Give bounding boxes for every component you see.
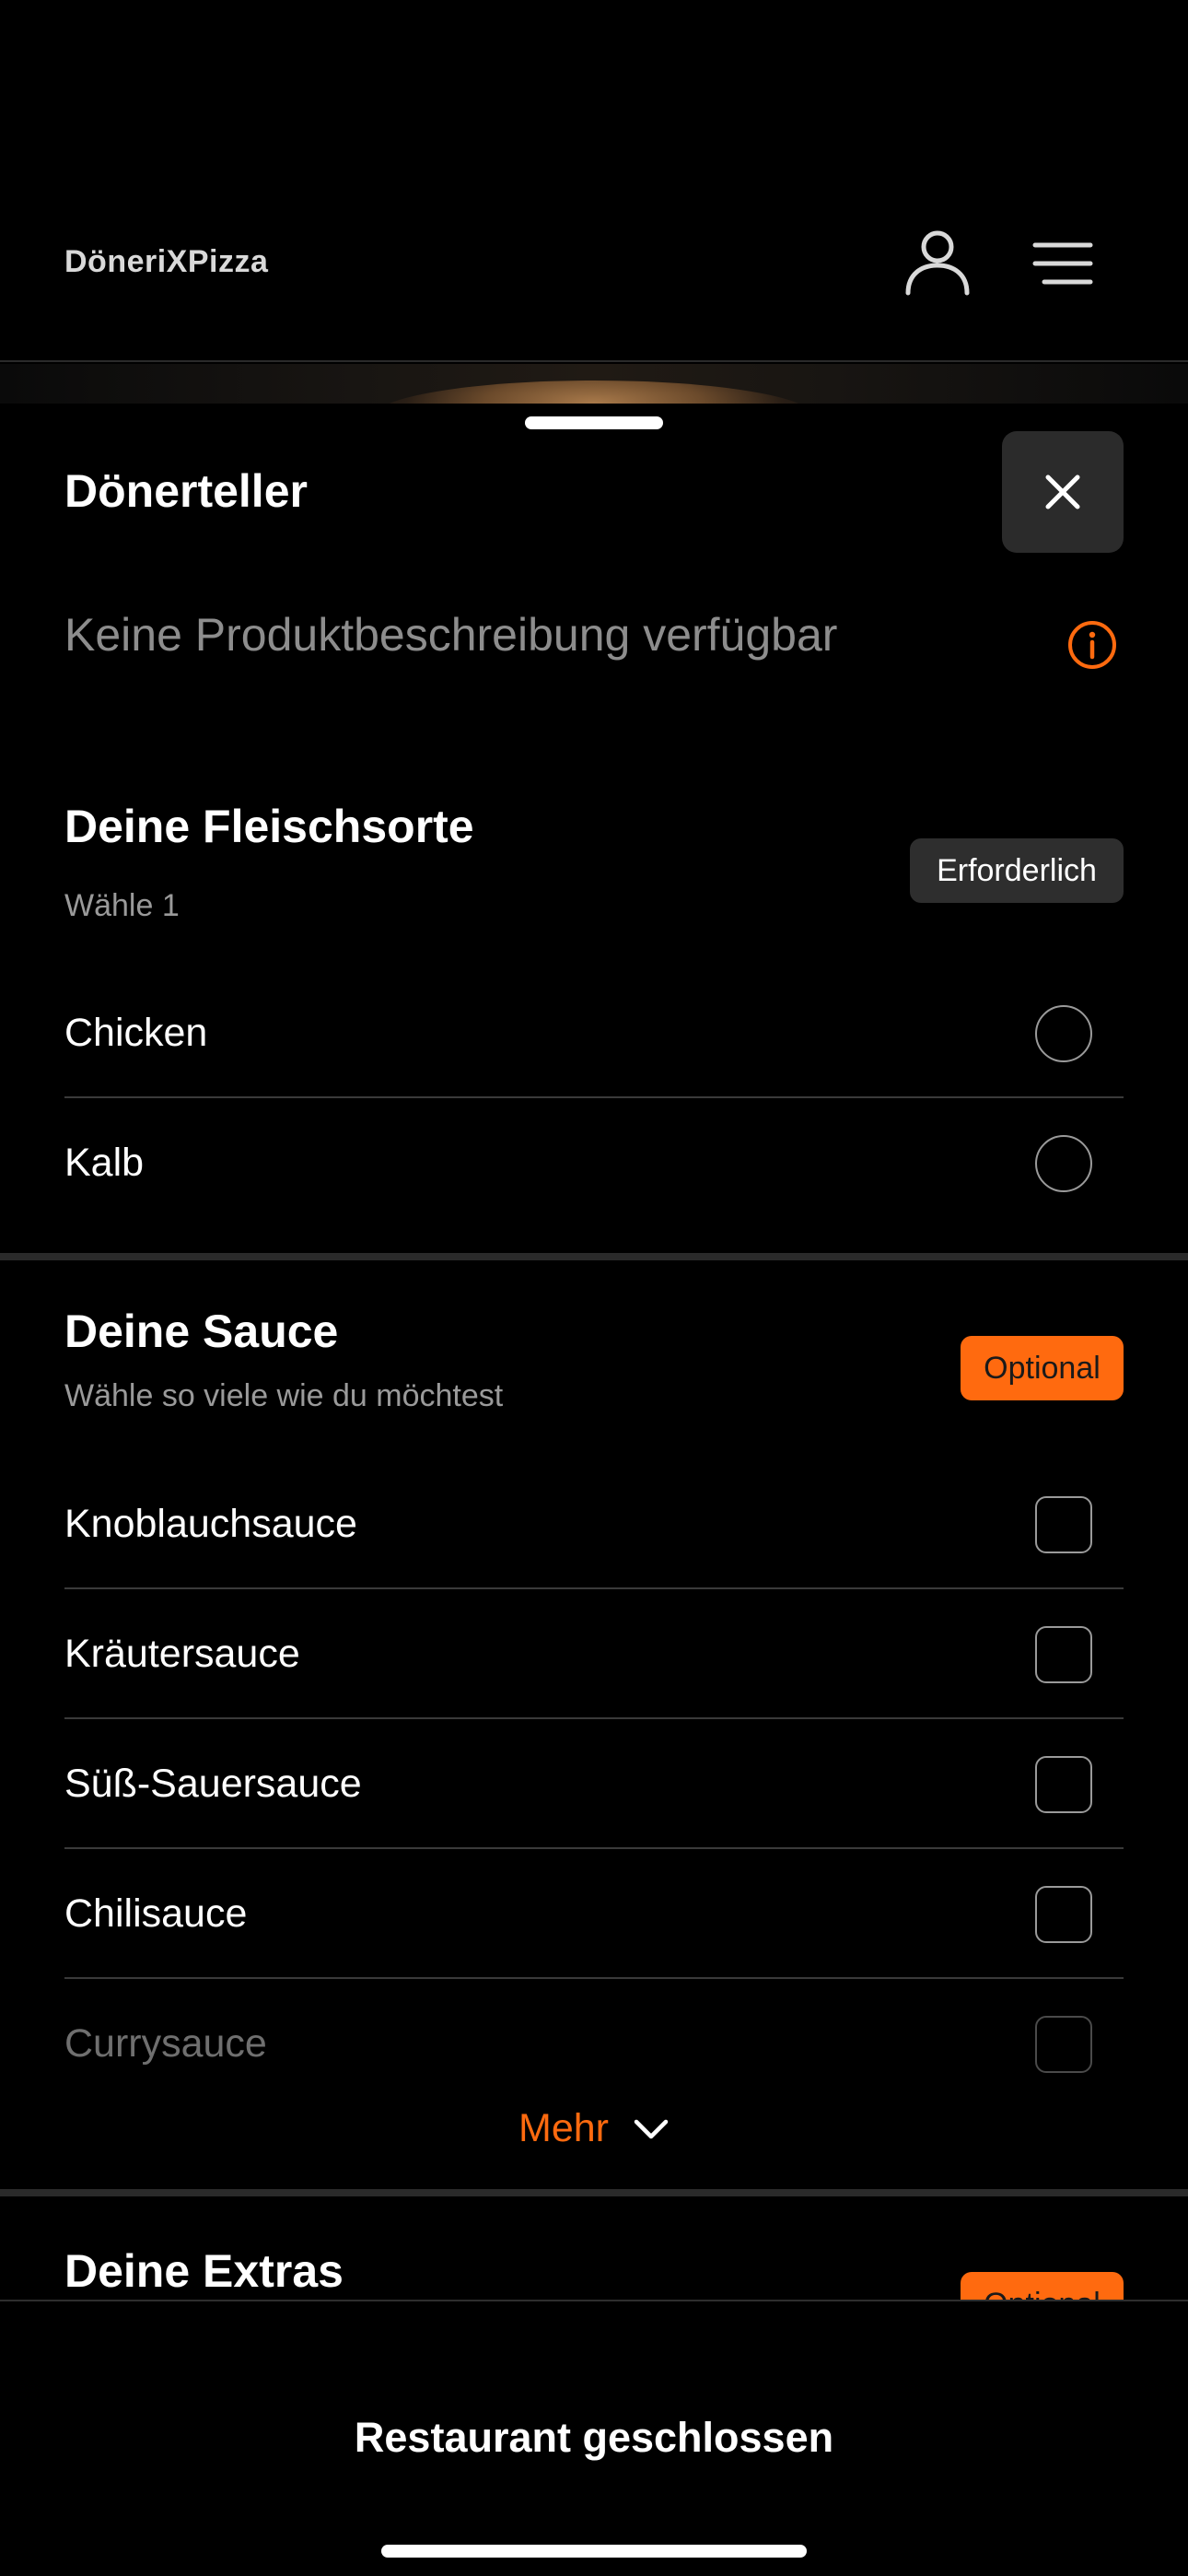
optional-badge: Optional <box>961 2272 1124 2301</box>
brand-logo[interactable]: DöneriXPizza <box>64 244 268 280</box>
option-row-suess-sauersauce[interactable]: Süß-Sauersauce <box>64 1719 1124 1849</box>
checkbox[interactable] <box>1035 1495 1092 1553</box>
option-row-chicken[interactable]: Chicken <box>64 968 1124 1098</box>
close-icon <box>1045 474 1080 509</box>
optional-badge: Optional <box>961 1336 1124 1400</box>
sheet-grabber[interactable] <box>525 416 663 429</box>
checkbox[interactable] <box>1035 1625 1092 1683</box>
group-subtitle-sauce: Wähle so viele wie du möchtest <box>64 1378 504 1413</box>
option-label: Knoblauchsauce <box>64 1502 357 1546</box>
radio-button[interactable] <box>1035 1134 1092 1192</box>
restaurant-status: Restaurant geschlossen <box>354 2414 834 2461</box>
group-subtitle-meat: Wähle 1 <box>64 888 180 923</box>
group-title-sauce: Deine Sauce <box>64 1306 339 1357</box>
info-icon[interactable] <box>1066 619 1118 671</box>
option-label: Kräutersauce <box>64 1632 300 1676</box>
product-sheet: Dönerteller Keine Produktbeschreibung ve… <box>0 404 1188 2301</box>
close-button[interactable] <box>1002 431 1124 553</box>
user-icon[interactable] <box>903 227 973 297</box>
bottom-bar: Restaurant geschlossen <box>0 2300 1188 2576</box>
menu-icon[interactable] <box>1030 240 1096 287</box>
option-row-knoblauchsauce[interactable]: Knoblauchsauce <box>64 1459 1124 1589</box>
option-label: Süß-Sauersauce <box>64 1762 362 1806</box>
top-header: DöneriXPizza <box>0 0 1188 362</box>
option-row-currysauce[interactable]: Currysauce <box>64 1979 1124 2109</box>
option-row-kalb[interactable]: Kalb <box>64 1098 1124 1228</box>
product-title: Dönerteller <box>64 465 308 517</box>
checkbox[interactable] <box>1035 1885 1092 1943</box>
group-title-meat: Deine Fleischsorte <box>64 801 474 852</box>
option-label: Currysauce <box>64 2021 267 2066</box>
radio-button[interactable] <box>1035 1004 1092 1062</box>
section-divider <box>0 1253 1188 1260</box>
option-row-kraeutersauce[interactable]: Kräutersauce <box>64 1589 1124 1719</box>
option-label: Kalb <box>64 1141 145 1185</box>
product-description: Keine Produktbeschreibung verfügbar <box>64 609 838 661</box>
home-indicator <box>381 2545 807 2558</box>
option-label: Chicken <box>64 1011 208 1055</box>
chevron-down-icon <box>634 2119 669 2138</box>
option-label: Chilisauce <box>64 1891 248 1936</box>
group-title-extras: Deine Extras <box>64 2245 344 2297</box>
show-more-button[interactable]: Mehr <box>0 2106 1188 2151</box>
option-row-chilisauce[interactable]: Chilisauce <box>64 1849 1124 1979</box>
checkbox[interactable] <box>1035 2015 1092 2073</box>
checkbox[interactable] <box>1035 1755 1092 1813</box>
section-divider <box>0 2189 1188 2196</box>
app-screen: DöneriXPizza Dönerteller Keine Produktbe… <box>0 0 1188 2576</box>
show-more-label: Mehr <box>518 2106 609 2150</box>
required-badge: Erforderlich <box>910 838 1124 903</box>
